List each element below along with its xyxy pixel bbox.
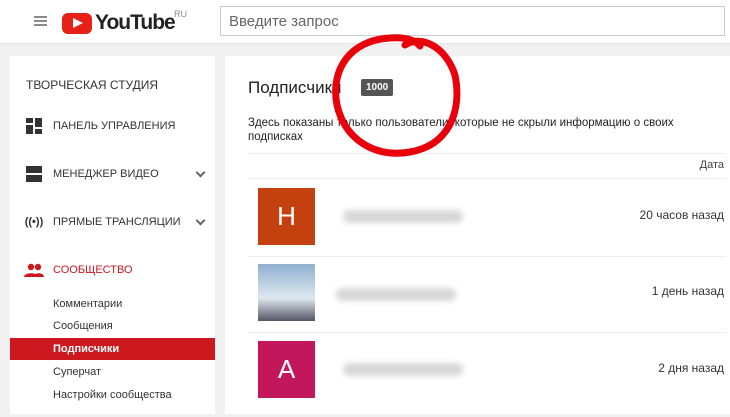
sidebar-item-community[interactable]: СООБЩЕСТВО — [24, 262, 204, 278]
sidebar-sub-community-settings[interactable]: Настройки сообщества — [10, 384, 215, 406]
page-title: Подписчики — [248, 78, 342, 97]
sidebar-item-live[interactable]: ((•)) ПРЯМЫЕ ТРАНСЛЯЦИИ — [24, 214, 206, 230]
search-input[interactable]: Введите запрос — [220, 6, 725, 36]
studio-title: ТВОРЧЕСКАЯ СТУДИЯ — [26, 78, 159, 92]
sidebar-item-dashboard[interactable]: ПАНЕЛЬ УПРАВЛЕНИЯ — [24, 118, 204, 134]
sidebar: ТВОРЧЕСКАЯ СТУДИЯ ПАНЕЛЬ УПРАВЛЕНИЯ МЕНЕ… — [10, 56, 215, 414]
sidebar-item-label: СООБЩЕСТВО — [53, 264, 133, 276]
column-header-date[interactable]: Дата — [700, 159, 724, 171]
table-row[interactable]: А 2 дня назад — [248, 341, 724, 417]
sidebar-item-video-manager[interactable]: МЕНЕДЖЕР ВИДЕО — [24, 166, 206, 182]
divider — [248, 178, 726, 179]
description: Здесь показаны только пользователи, кото… — [248, 117, 674, 143]
youtube-logo[interactable]: YouTube RU — [62, 9, 187, 35]
video-manager-icon — [24, 166, 44, 182]
avatar[interactable]: Н — [258, 188, 315, 245]
play-icon — [62, 12, 92, 34]
blurred-username — [343, 210, 463, 223]
divider — [248, 153, 726, 154]
chevron-down-icon[interactable] — [195, 215, 206, 226]
sidebar-item-label: ПАНЕЛЬ УПРАВЛЕНИЯ — [53, 120, 176, 132]
dashboard-icon — [24, 118, 44, 134]
avatar-photo[interactable] — [258, 264, 315, 321]
avatar[interactable]: А — [258, 341, 315, 398]
subscriber-count-badge: 1000 — [361, 79, 394, 96]
sidebar-sub-subscribers[interactable]: Подписчики — [10, 338, 215, 360]
community-icon — [24, 262, 44, 278]
subscribe-date: 20 часов назад — [639, 208, 724, 222]
logo-region: RU — [174, 9, 187, 19]
live-icon: ((•)) — [24, 216, 44, 228]
sidebar-sub-comments[interactable]: Комментарии — [10, 293, 215, 315]
chevron-down-icon[interactable] — [195, 167, 206, 178]
sidebar-item-label: МЕНЕДЖЕР ВИДЕО — [53, 168, 159, 180]
sidebar-sub-messages[interactable]: Сообщения — [10, 315, 215, 337]
divider — [248, 332, 726, 333]
blurred-username — [343, 363, 463, 376]
logo-text: YouTube — [95, 11, 176, 34]
sidebar-sub-superchat[interactable]: Суперчат — [10, 361, 215, 383]
subscribe-date: 1 день назад — [651, 284, 724, 298]
blurred-username — [336, 288, 456, 301]
table-row[interactable]: 1 день назад — [248, 264, 724, 340]
menu-icon[interactable] — [34, 16, 47, 28]
sidebar-item-label: ПРЯМЫЕ ТРАНСЛЯЦИИ — [53, 216, 181, 228]
subscribe-date: 2 дня назад — [658, 361, 724, 375]
top-bar: YouTube RU Введите запрос — [0, 0, 730, 44]
main-panel: Подписчики 1000 Здесь показаны только по… — [225, 56, 730, 414]
table-row[interactable]: Н 20 часов назад — [248, 188, 724, 264]
divider — [248, 256, 726, 257]
